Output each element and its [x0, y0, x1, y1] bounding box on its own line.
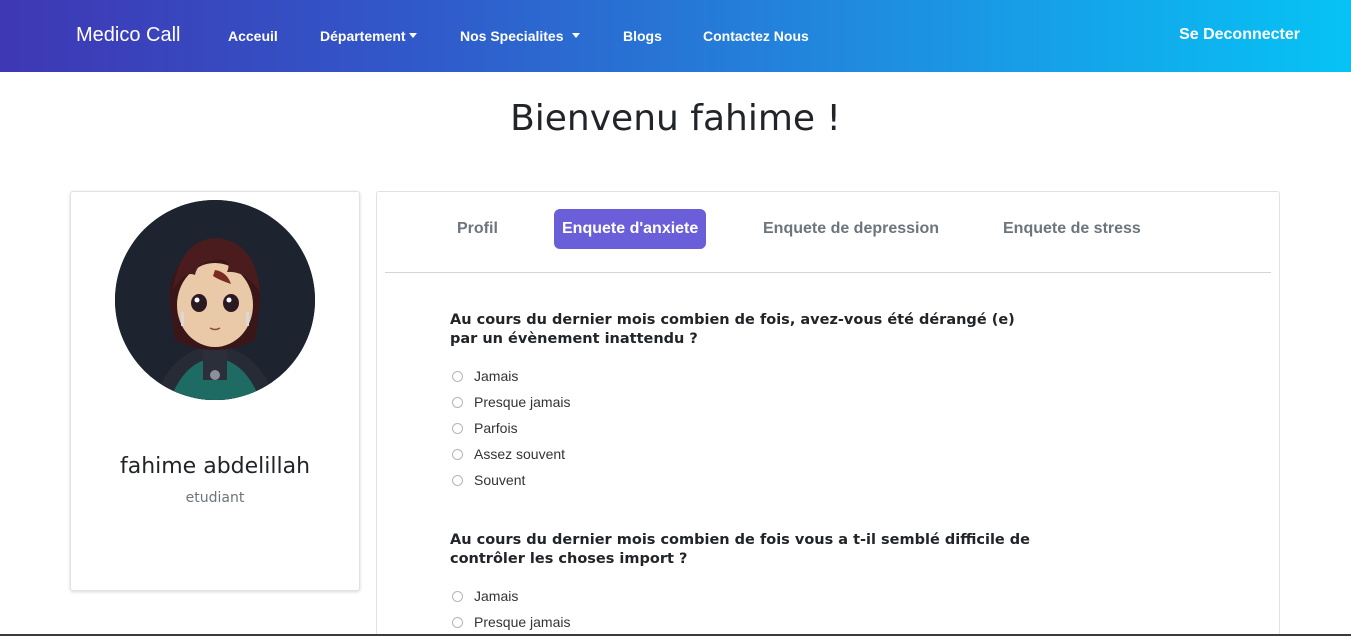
q1-option-souvent[interactable]: Souvent [452, 471, 525, 489]
option-label: Jamais [474, 588, 519, 604]
tab-profil[interactable]: Profil [457, 209, 498, 249]
caret-down-icon [408, 33, 417, 38]
profile-name: fahime abdelillah [119, 454, 311, 479]
radio-button[interactable] [452, 616, 463, 628]
q1-option-presque-jamais[interactable]: Presque jamais [452, 393, 571, 411]
brand-logo[interactable]: Medico Call [76, 24, 180, 47]
caret-down-icon [571, 33, 580, 38]
question-1-text: Au cours du dernier mois combien de fois… [450, 312, 1015, 347]
radio-button[interactable] [452, 422, 463, 434]
nav-dropdown-departement[interactable]: Département [320, 28, 417, 44]
avatar-illustration [115, 200, 315, 400]
tab-enquete-anxiete[interactable]: Enquete d'anxiete [554, 209, 707, 249]
profile-card: fahime abdelillah etudiant [70, 191, 360, 591]
radio-button[interactable] [452, 590, 463, 602]
radio-button[interactable] [452, 370, 463, 382]
radio-button[interactable] [452, 396, 463, 408]
tab-enquete-stress[interactable]: Enquete de stress [1003, 209, 1141, 249]
radio-button[interactable] [452, 448, 463, 460]
q2-option-presque-jamais[interactable]: Presque jamais [452, 613, 571, 631]
option-label: Souvent [474, 472, 526, 488]
top-navbar: Medico Call Acceuil Département Nos Spec… [0, 0, 1351, 72]
q2-option-jamais[interactable]: Jamais [452, 587, 518, 605]
nav-link-acceuil[interactable]: Acceuil [228, 28, 278, 44]
nav-dropdown-label: Nos Specialites [460, 28, 564, 44]
q1-option-parfois[interactable]: Parfois [452, 419, 518, 437]
nav-link-blogs[interactable]: Blogs [623, 28, 662, 44]
survey-card: Profil Enquete d'anxiete Enquete de depr… [376, 191, 1280, 636]
nav-dropdown-label: Département [320, 28, 406, 44]
question-2-text: Au cours du dernier mois combien de fois… [450, 532, 1031, 567]
tabs-divider [385, 272, 1271, 273]
nav-link-contact[interactable]: Contactez Nous [703, 28, 809, 44]
radio-button[interactable] [452, 474, 463, 486]
option-label: Assez souvent [474, 446, 566, 462]
q1-option-jamais[interactable]: Jamais [452, 367, 518, 385]
option-label: Presque jamais [474, 614, 571, 630]
page-title: Bienvenu fahime ! [510, 98, 841, 139]
logout-link[interactable]: Se Deconnecter [1179, 26, 1300, 44]
tab-enquete-depression[interactable]: Enquete de depression [763, 209, 939, 249]
option-label: Jamais [474, 368, 519, 384]
q1-option-assez-souvent[interactable]: Assez souvent [452, 445, 565, 463]
avatar [115, 200, 315, 400]
option-label: Presque jamais [474, 394, 571, 410]
profile-role: etudiant [185, 490, 245, 506]
option-label: Parfois [474, 420, 518, 436]
nav-dropdown-specialites[interactable]: Nos Specialites [460, 28, 580, 44]
